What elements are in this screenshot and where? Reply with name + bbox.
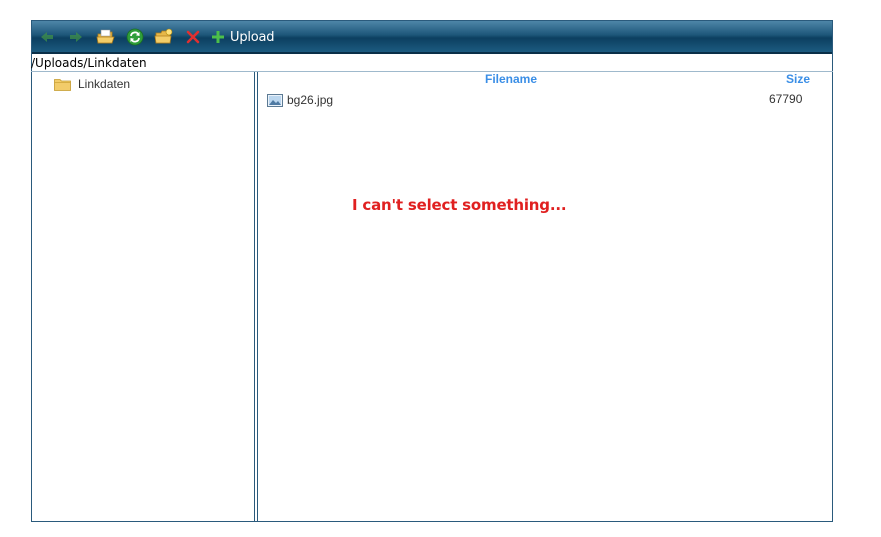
back-button[interactable]: [36, 26, 58, 48]
toolbar: Upload: [32, 21, 832, 54]
annotation-text: I can't select something...: [352, 196, 567, 214]
tree-item-linkdaten[interactable]: Linkdaten: [54, 75, 130, 93]
folder-icon: [54, 78, 71, 91]
forward-arrow-icon: [70, 32, 82, 42]
file-grid: Filename Size bg26.jpg 67790: [259, 72, 832, 521]
back-arrow-icon: [41, 32, 53, 42]
current-path: /Uploads/Linkdaten: [31, 55, 833, 72]
forward-button[interactable]: [65, 26, 87, 48]
refresh-button[interactable]: [124, 26, 146, 48]
delete-button[interactable]: [182, 26, 204, 48]
plus-icon: [212, 31, 224, 43]
column-header-filename[interactable]: Filename: [485, 72, 537, 86]
folder-tree: Linkdaten: [32, 72, 255, 521]
tree-item-label: Linkdaten: [78, 77, 131, 91]
pane-splitter[interactable]: [257, 72, 258, 521]
refresh-icon: [126, 28, 144, 46]
new-folder-icon: [154, 28, 173, 44]
upload-button[interactable]: Upload: [210, 26, 275, 48]
column-header-size[interactable]: Size: [786, 72, 810, 86]
file-name: bg26.jpg: [287, 93, 334, 107]
upload-label: Upload: [230, 29, 275, 45]
image-file-icon: [267, 93, 283, 107]
file-explorer: Upload /Uploads/Linkdaten Linkdaten File…: [31, 20, 833, 522]
open-button[interactable]: [95, 26, 117, 48]
delete-icon: [186, 30, 200, 44]
open-folder-icon: [96, 29, 115, 44]
table-row[interactable]: bg26.jpg 67790: [267, 92, 827, 108]
new-folder-button[interactable]: [153, 26, 175, 48]
file-size: 67790: [769, 92, 803, 106]
